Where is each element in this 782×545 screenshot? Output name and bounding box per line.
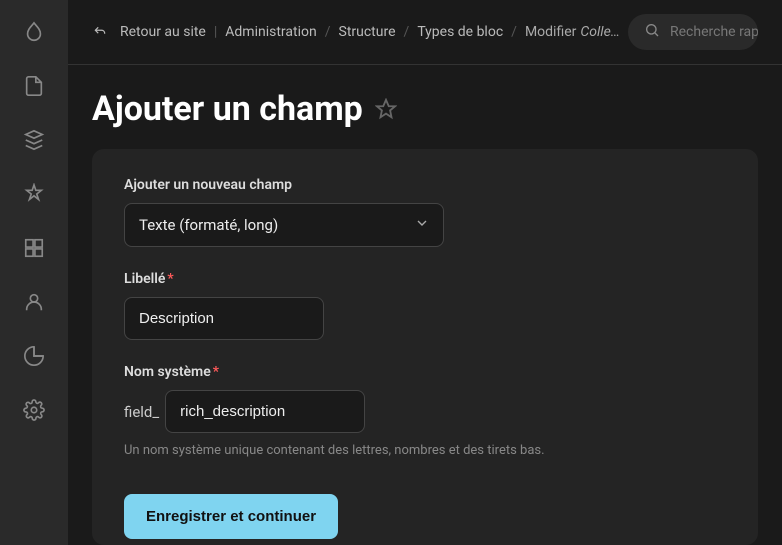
appearance-icon[interactable] [22,182,46,206]
configuration-icon[interactable] [22,398,46,422]
breadcrumb-sep: / [404,24,410,40]
machine-name-help: Un nom système unique contenant des lett… [124,443,726,458]
breadcrumb-sep: / [325,24,331,40]
breadcrumb-modifier[interactable]: Modifier Colle… [525,24,620,40]
search-icon [644,22,660,42]
star-icon[interactable] [375,98,397,120]
chevron-down-icon [414,215,430,235]
structure-icon[interactable] [22,128,46,152]
required-marker: * [167,271,173,287]
label-group: Libellé* [124,271,726,340]
breadcrumb-structure[interactable]: Structure [339,24,396,40]
breadcrumb-modifier-text: Modifier [525,24,576,40]
content-icon[interactable] [22,74,46,98]
extend-icon[interactable] [22,236,46,260]
topbar: Retour au site | Administration / Struct… [68,0,782,65]
page-header: Ajouter un champ [68,65,782,149]
field-type-value: Texte (formaté, long) [124,203,444,247]
machine-name-label: Nom système* [124,364,726,380]
breadcrumb-sep: | [214,24,217,40]
add-field-label: Ajouter un nouveau champ [124,177,726,193]
machine-name-group: Nom système* field_ Un nom système uniqu… [124,364,726,458]
label-input[interactable] [124,297,324,340]
required-marker: * [213,364,219,380]
reports-icon[interactable] [22,344,46,368]
search-placeholder: Recherche rap [670,24,758,40]
machine-name-prefix: field_ [124,403,159,421]
search-input[interactable]: Recherche rap [628,14,758,50]
sidebar [0,0,68,545]
people-icon[interactable] [22,290,46,314]
page-title: Ajouter un champ [92,89,363,129]
main-area: Retour au site | Administration / Struct… [68,0,782,545]
machine-name-row: field_ [124,390,726,433]
breadcrumb-modifier-italic: Colle… [580,24,620,40]
label-field-label: Libellé* [124,271,726,287]
drupal-logo-icon[interactable] [22,20,46,44]
breadcrumb-sep: / [511,24,517,40]
breadcrumb: Retour au site | Administration / Struct… [92,24,620,40]
field-type-select[interactable]: Texte (formaté, long) [124,203,444,247]
form-card: Ajouter un nouveau champ Texte (formaté,… [92,149,758,545]
back-icon [92,24,108,40]
breadcrumb-admin[interactable]: Administration [225,24,316,40]
machine-name-input[interactable] [165,390,365,433]
submit-button[interactable]: Enregistrer et continuer [124,494,338,539]
field-type-group: Ajouter un nouveau champ Texte (formaté,… [124,177,726,247]
breadcrumb-block-types[interactable]: Types de bloc [417,24,503,40]
breadcrumb-back[interactable]: Retour au site [120,24,206,40]
